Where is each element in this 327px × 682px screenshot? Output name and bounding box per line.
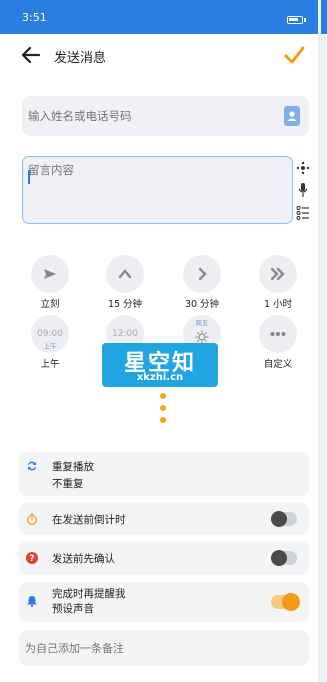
back-arrow-icon[interactable] (20, 44, 42, 66)
repeat-card[interactable]: 重复播放 不重复 (19, 452, 309, 496)
quick-label: 自定义 (263, 359, 293, 370)
morning-button[interactable]: 09:00 上午 上午 (20, 315, 80, 371)
status-bar: 3:51 (0, 0, 318, 34)
sparkle-icon[interactable] (296, 160, 310, 176)
page-title: 发送消息 (54, 51, 107, 66)
recipient-input[interactable] (28, 96, 278, 136)
confirm-label: 发送前先确认 (52, 553, 115, 565)
time-circle: 09:00 上午 (31, 315, 69, 353)
note-field (19, 630, 309, 666)
dot (160, 417, 166, 423)
microphone-icon[interactable] (296, 182, 310, 198)
time-value: 12:00 (112, 329, 138, 339)
time-value: 09:00 (37, 329, 63, 339)
remind-line2: 预设声音 (52, 603, 94, 615)
watermark-logo: 星空知 xkzhi.cn (102, 343, 218, 387)
chevron-right-icon (198, 267, 207, 281)
confirm-toggle[interactable] (271, 550, 297, 566)
remind-card[interactable]: 完成时再提醒我 预设声音 (19, 582, 309, 622)
right-edge-strip-top (321, 0, 327, 34)
quick-label: 30 分钟 (184, 299, 220, 310)
double-chevron-right-icon (270, 267, 285, 281)
30-min-button[interactable]: 30 分钟 (172, 255, 232, 311)
svg-text:?: ? (30, 554, 35, 564)
chevron-circle (183, 255, 221, 293)
send-message-screen: 3:51 发送消息 输入姓名或电话号码 留言内容 立刻 15 分钟 30 分钟 … (0, 0, 327, 682)
send-now-button[interactable]: 立刻 (20, 255, 80, 311)
countdown-label: 在发送前倒计时 (52, 514, 126, 526)
quick-label: 上午 (40, 359, 60, 370)
dot (160, 405, 166, 411)
question-icon: ? (26, 552, 38, 564)
battery-icon (287, 16, 303, 24)
list-icon[interactable] (296, 205, 310, 221)
timer-icon (27, 513, 37, 525)
repeat-icon (28, 461, 36, 471)
bell-icon (27, 596, 37, 607)
note-input[interactable] (25, 630, 295, 666)
recipient-field (22, 96, 309, 136)
15-min-button[interactable]: 15 分钟 (95, 255, 155, 311)
quick-label: 立刻 (40, 299, 60, 310)
contact-picker-icon[interactable] (284, 106, 300, 126)
time-sub: 上午 (43, 342, 57, 350)
message-field (22, 156, 293, 224)
more-horizontal-icon (270, 332, 286, 336)
remind-line1: 完成时再提醒我 (52, 588, 126, 600)
quick-label: 15 分钟 (107, 299, 143, 310)
checkmark-icon[interactable] (282, 43, 306, 67)
quick-label: 1 小时 (263, 299, 293, 310)
chevron-circle (106, 255, 144, 293)
weekday-label: 周五 (195, 319, 209, 327)
battery-tip (304, 18, 306, 22)
more-circle (259, 315, 297, 353)
chevron-circle (259, 255, 297, 293)
1-hour-button[interactable]: 1 小时 (248, 255, 308, 311)
custom-time-button[interactable]: 自定义 (248, 315, 308, 371)
sun-icon (195, 330, 209, 344)
message-input[interactable] (28, 162, 283, 217)
right-edge-strip (318, 0, 327, 682)
more-options-button[interactable] (143, 388, 183, 428)
chevron-up-icon (118, 269, 132, 279)
text-cursor (28, 170, 30, 184)
repeat-title: 重复播放 (52, 461, 94, 473)
status-time: 3:51 (22, 11, 47, 24)
send-circle (31, 255, 69, 293)
repeat-value: 不重复 (52, 478, 84, 490)
send-icon (44, 269, 56, 279)
remind-toggle[interactable] (271, 593, 300, 611)
header: 发送消息 (0, 34, 318, 78)
watermark-url: xkzhi.cn (136, 372, 184, 383)
confirm-card[interactable]: ? 发送前先确认 (19, 541, 309, 575)
countdown-toggle[interactable] (271, 511, 297, 527)
dot (160, 393, 166, 399)
countdown-card[interactable]: 在发送前倒计时 (19, 503, 309, 535)
